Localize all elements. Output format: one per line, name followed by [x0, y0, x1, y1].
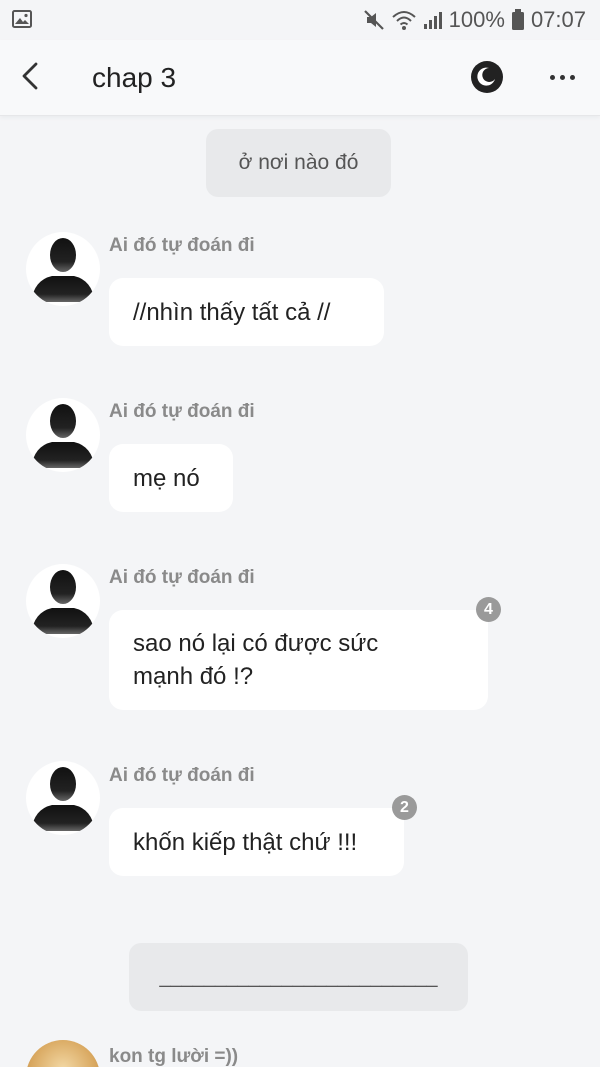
status-bar: 100% 07:07: [0, 0, 600, 40]
sender-name: Ai đó tự đoán đi: [109, 567, 255, 588]
comment-count-badge[interactable]: 2: [392, 795, 417, 820]
location-note: ở nơi nào đó: [206, 129, 391, 197]
message-bubble: //nhìn thấy tất cả //: [109, 278, 384, 346]
silhouette-avatar-icon: [31, 238, 95, 302]
message-bubble: khốn kiếp thật chứ !!!: [109, 808, 404, 876]
battery-percent: 100%: [448, 7, 505, 32]
image-icon: [12, 10, 32, 28]
battery-icon: [511, 9, 524, 30]
avatar[interactable]: [26, 564, 100, 638]
avatar[interactable]: [26, 232, 100, 306]
message-text: khốn kiếp thật chứ !!!: [133, 828, 358, 856]
message-bubble: sao nó lại có được sức mạnh đó !?: [109, 610, 488, 710]
sender-name: kon tg lười =)): [109, 1046, 239, 1067]
separator-note: _________________________: [129, 943, 468, 1011]
night-mode-icon[interactable]: [470, 60, 504, 94]
signal-icon: [423, 12, 442, 29]
back-button[interactable]: [10, 54, 50, 98]
message-bubble: mẹ nó: [109, 444, 233, 512]
avatar[interactable]: [26, 1040, 100, 1067]
sender-name: Ai đó tự đoán đi: [109, 401, 255, 422]
chapter-title: chap 3: [92, 62, 177, 93]
mute-icon: [363, 10, 384, 30]
message-text: sao nó lại có được sức mạnh đó !?: [133, 630, 379, 690]
silhouette-avatar-icon: [31, 767, 95, 831]
avatar[interactable]: [26, 398, 100, 472]
sender-name: Ai đó tự đoán đi: [109, 765, 255, 786]
sender-name: Ai đó tự đoán đi: [109, 235, 255, 256]
silhouette-avatar-icon: [31, 570, 95, 634]
silhouette-avatar-icon: [31, 404, 95, 468]
message-text: mẹ nó: [133, 464, 200, 492]
wifi-icon: [391, 11, 416, 30]
more-options-icon[interactable]: [540, 62, 584, 92]
comment-count-badge[interactable]: 4: [476, 597, 501, 622]
avatar[interactable]: [26, 761, 100, 835]
app-bar: chap 3: [0, 40, 600, 116]
back-arrow-icon: [22, 62, 38, 90]
message-text: //nhìn thấy tất cả //: [133, 298, 331, 326]
clock: 07:07: [530, 7, 586, 32]
